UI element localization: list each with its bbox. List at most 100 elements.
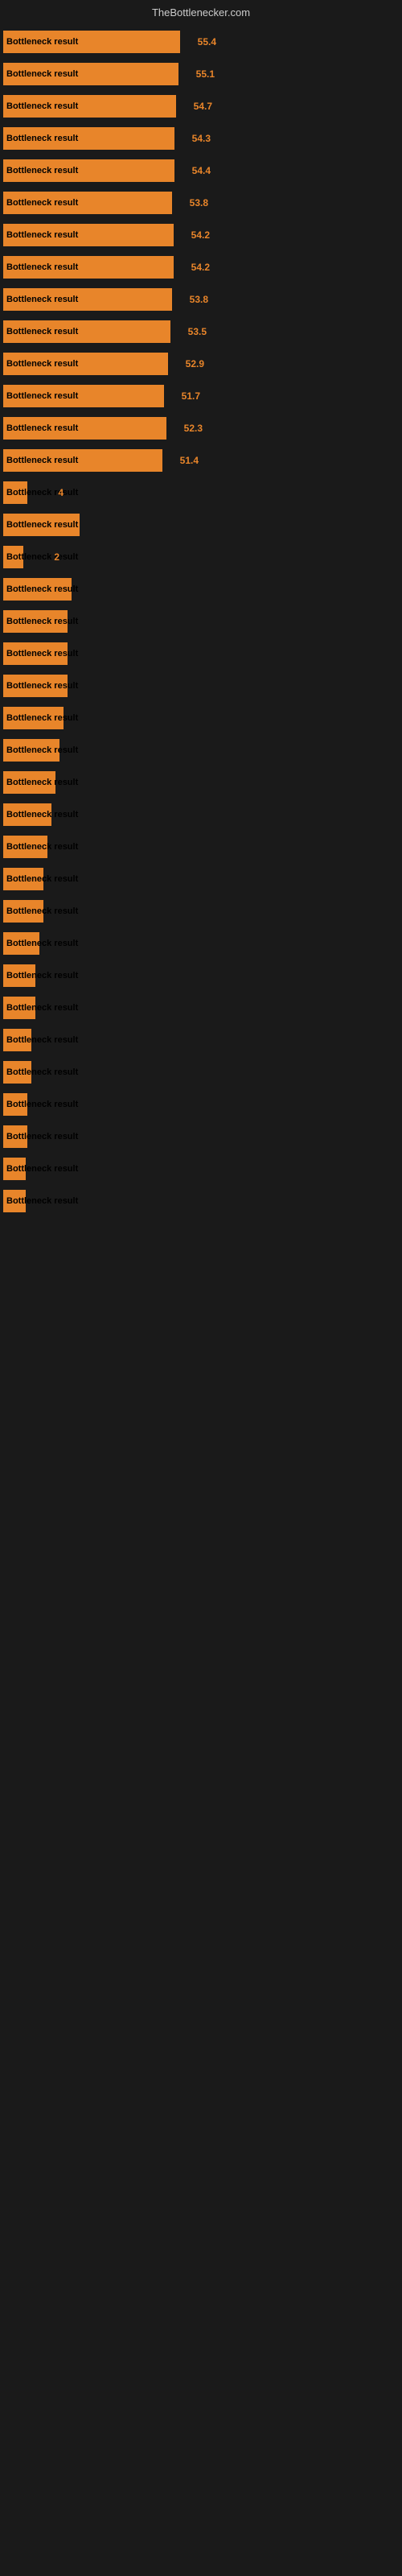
bar-fill: Bottleneck result55.1 (3, 63, 178, 85)
bar-value: 52.3 (184, 423, 203, 434)
bar-wrapper: Bottleneck result2 (3, 546, 23, 568)
bar-label: Bottleneck result (6, 69, 78, 79)
bar-label: Bottleneck result (6, 584, 78, 594)
bar-fill: Bottleneck result (3, 610, 68, 633)
bar-label: Bottleneck result (6, 1035, 78, 1045)
bar-value: 51.7 (182, 390, 200, 402)
bar-wrapper: Bottleneck result4 (3, 481, 27, 504)
bar-label: Bottleneck result (6, 939, 78, 948)
bar-wrapper: Bottleneck result (3, 610, 68, 633)
bar-label: Bottleneck result (6, 1196, 78, 1206)
bar-label: Bottleneck result (6, 778, 78, 787)
bar-wrapper: Bottleneck result (3, 1061, 31, 1084)
bar-wrapper: Bottleneck result52.3 (3, 417, 166, 440)
bar-row: Bottleneck result51.7 (0, 381, 402, 411)
bar-row: Bottleneck result (0, 510, 402, 540)
bar-wrapper: Bottleneck result53.8 (3, 288, 172, 311)
bar-fill: Bottleneck result54.2 (3, 256, 174, 279)
bar-label: Bottleneck result (6, 552, 78, 562)
bar-wrapper: Bottleneck result (3, 803, 51, 826)
bar-value: 52.9 (186, 358, 204, 369)
bar-fill: Bottleneck result (3, 1158, 26, 1180)
bar-wrapper: Bottleneck result (3, 675, 68, 697)
bar-fill: Bottleneck result (3, 964, 35, 987)
bar-label: Bottleneck result (6, 874, 78, 884)
bar-wrapper: Bottleneck result54.3 (3, 127, 174, 150)
bar-row: Bottleneck result54.3 (0, 123, 402, 154)
bar-fill: Bottleneck result53.8 (3, 192, 172, 214)
bar-fill: Bottleneck result2 (3, 546, 23, 568)
bar-label: Bottleneck result (6, 262, 78, 272)
bar-wrapper: Bottleneck result (3, 964, 35, 987)
bar-fill: Bottleneck result (3, 1029, 31, 1051)
bar-label: Bottleneck result (6, 842, 78, 852)
bar-row: Bottleneck result (0, 638, 402, 669)
bar-row: Bottleneck result (0, 767, 402, 798)
bar-wrapper: Bottleneck result (3, 739, 59, 762)
bar-row: Bottleneck result53.5 (0, 316, 402, 347)
bar-fill: Bottleneck result54.3 (3, 127, 174, 150)
bar-wrapper: Bottleneck result53.8 (3, 192, 172, 214)
bar-label: Bottleneck result (6, 906, 78, 916)
bar-label: Bottleneck result (6, 166, 78, 175)
bar-label: Bottleneck result (6, 520, 78, 530)
bar-wrapper: Bottleneck result (3, 1093, 27, 1116)
bar-value: 54.4 (192, 165, 211, 176)
bar-row: Bottleneck result54.2 (0, 220, 402, 250)
bar-row: Bottleneck result51.4 (0, 445, 402, 476)
bar-fill: Bottleneck result54.4 (3, 159, 174, 182)
bar-wrapper: Bottleneck result54.4 (3, 159, 174, 182)
bar-fill: Bottleneck result (3, 1061, 31, 1084)
bar-row: Bottleneck result (0, 832, 402, 862)
bar-row: Bottleneck result (0, 864, 402, 894)
bar-fill: Bottleneck result (3, 900, 43, 923)
bar-wrapper: Bottleneck result (3, 578, 72, 601)
bar-row: Bottleneck result52.9 (0, 349, 402, 379)
bar-fill: Bottleneck result52.3 (3, 417, 166, 440)
bar-fill: Bottleneck result (3, 642, 68, 665)
bar-fill: Bottleneck result (3, 514, 80, 536)
bar-wrapper: Bottleneck result54.7 (3, 95, 176, 118)
bar-fill: Bottleneck result (3, 997, 35, 1019)
bar-value: 53.5 (188, 326, 207, 337)
bar-row: Bottleneck result55.4 (0, 27, 402, 57)
bar-row: Bottleneck result (0, 735, 402, 766)
bar-row: Bottleneck result (0, 799, 402, 830)
bars-container: Bottleneck result55.4 Bottleneck result55… (0, 22, 402, 1221)
bar-label: Bottleneck result (6, 1132, 78, 1141)
bar-row: Bottleneck result (0, 1186, 402, 1216)
bar-row: Bottleneck result (0, 1025, 402, 1055)
bar-wrapper: Bottleneck result (3, 1158, 26, 1180)
bar-row: Bottleneck result (0, 703, 402, 733)
bar-wrapper: Bottleneck result55.1 (3, 63, 178, 85)
bar-wrapper: Bottleneck result (3, 1190, 26, 1212)
bar-row: Bottleneck result (0, 1057, 402, 1088)
bar-fill: Bottleneck result (3, 707, 64, 729)
bar-wrapper: Bottleneck result (3, 514, 80, 536)
bar-wrapper: Bottleneck result55.4 (3, 31, 180, 53)
bar-row: Bottleneck result (0, 993, 402, 1023)
bar-wrapper: Bottleneck result (3, 771, 55, 794)
bar-label: Bottleneck result (6, 456, 78, 465)
bar-wrapper: Bottleneck result (3, 932, 39, 955)
bar-value: 54.2 (191, 229, 210, 241)
bar-row: Bottleneck result (0, 606, 402, 637)
bar-fill: Bottleneck result4 (3, 481, 27, 504)
bar-value: 53.8 (190, 294, 208, 305)
bar-fill: Bottleneck result53.8 (3, 288, 172, 311)
bar-fill: Bottleneck result51.4 (3, 449, 162, 472)
bar-label: Bottleneck result (6, 198, 78, 208)
bar-wrapper: Bottleneck result (3, 900, 43, 923)
bar-row: Bottleneck result (0, 1154, 402, 1184)
bar-value: 54.2 (191, 262, 210, 273)
bar-row: Bottleneck result53.8 (0, 188, 402, 218)
bar-fill: Bottleneck result (3, 932, 39, 955)
bar-wrapper: Bottleneck result (3, 1125, 27, 1148)
bar-row: Bottleneck result55.1 (0, 59, 402, 89)
bar-fill: Bottleneck result54.2 (3, 224, 174, 246)
bar-label: Bottleneck result (6, 971, 78, 980)
bar-fill: Bottleneck result (3, 739, 59, 762)
bar-label: Bottleneck result (6, 37, 78, 47)
bar-value: 54.3 (192, 133, 211, 144)
bar-label: Bottleneck result (6, 617, 78, 626)
